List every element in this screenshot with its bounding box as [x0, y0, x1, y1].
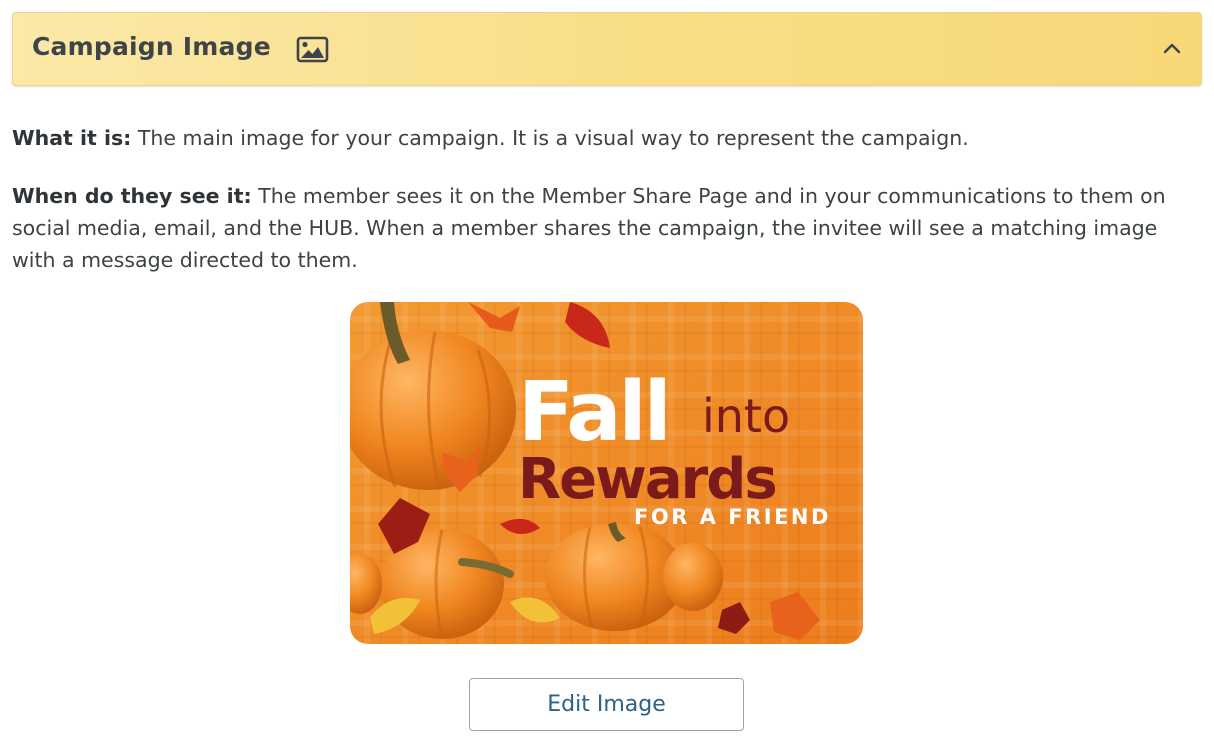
- what-it-is-description: What it is: The main image for your camp…: [12, 122, 1202, 154]
- headline-fall: Fall: [518, 365, 669, 460]
- what-it-is-label: What it is:: [12, 126, 132, 150]
- campaign-image-panel-header[interactable]: Campaign Image: [12, 12, 1202, 86]
- headline-rewards: Rewards: [518, 447, 776, 512]
- campaign-image-preview: Fall into Rewards FOR A FRIEND: [350, 302, 863, 644]
- headline-tagline: FOR A FRIEND: [634, 505, 831, 529]
- headline-into: into: [702, 389, 790, 443]
- edit-image-button[interactable]: Edit Image: [469, 678, 744, 731]
- what-it-is-text: The main image for your campaign. It is …: [131, 126, 969, 150]
- panel-title: Campaign Image: [32, 32, 271, 61]
- when-they-see-it-label: When do they see it:: [12, 184, 252, 208]
- chevron-up-icon[interactable]: [1161, 37, 1183, 59]
- image-icon: [296, 36, 329, 63]
- when-they-see-it-description: When do they see it: The member sees it …: [12, 180, 1182, 276]
- campaign-artwork: Fall into Rewards FOR A FRIEND: [350, 302, 863, 644]
